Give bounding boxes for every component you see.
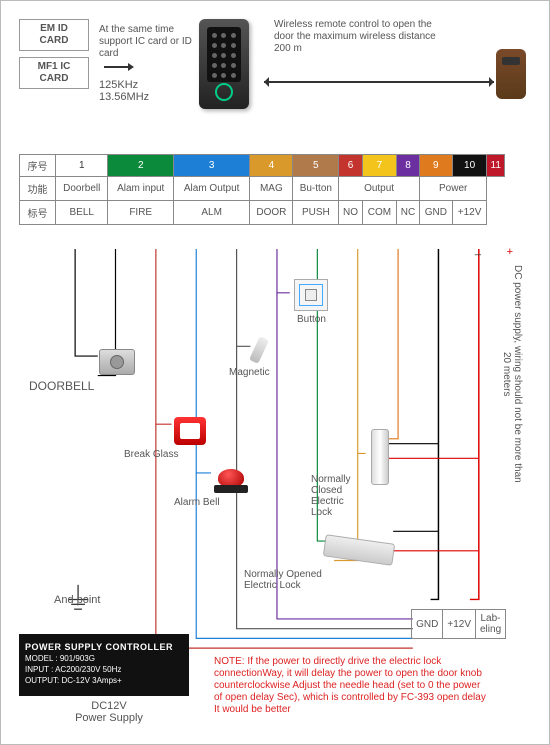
row-function: 功能 Doorbell Alam input Alam Output MAG B… (20, 177, 505, 201)
func-output: Output (339, 177, 420, 201)
psu-title: POWER SUPPLY CONTROLLER (25, 642, 183, 652)
psu-input: INPUT : AC200/230V 50Hz (25, 665, 183, 674)
ground-point-label: And point (54, 594, 100, 606)
magnetic-label: Magnetic (229, 367, 270, 378)
top-section: EM ID CARD MF1 IC CARD At the same time … (19, 19, 531, 139)
func-doorbell: Doorbell (56, 177, 108, 201)
wiring-diagram: DOORBELL Break Glass Alarm Bell Magnetic… (19, 249, 531, 726)
alarm-bell-icon (214, 469, 248, 493)
power-supply-box: POWER SUPPLY CONTROLLER MODEL : 901/903G… (19, 634, 189, 696)
plus-sign: + (507, 246, 513, 258)
frequency-labels: 125KHz 13.56MHz (99, 79, 149, 103)
term-7: 7 (362, 155, 396, 177)
lab-gnd: GND (412, 610, 443, 639)
wireless-range-arrow-icon (264, 81, 494, 83)
no-lock-icon (323, 534, 395, 566)
term-5: 5 (293, 155, 339, 177)
doorbell-label: DOORBELL (29, 379, 94, 393)
nc-lock-label: Normally Closed Electric Lock (311, 474, 350, 518)
magnetic-icon (249, 336, 269, 364)
term-8: 8 (397, 155, 420, 177)
func-mag: MAG (250, 177, 293, 201)
term-6: 6 (339, 155, 362, 177)
term-10: 10 (452, 155, 487, 177)
lbl-push: PUSH (293, 201, 339, 225)
arrow-right-icon (104, 63, 134, 71)
func-power: Power (419, 177, 487, 201)
exit-button-label: Button (297, 314, 326, 325)
freq-125: 125KHz (99, 79, 149, 91)
doorbell-icon (99, 349, 135, 375)
terminal-table: 序号 1 2 3 4 5 6 7 8 9 10 11 功能 Doorbell A… (19, 154, 505, 225)
lab-labeling: Lab-eling (476, 610, 506, 639)
no-lock-label: Normally Opened Electric Lock (244, 569, 322, 591)
term-9: 9 (419, 155, 452, 177)
lbl-gnd: GND (419, 201, 452, 225)
term-3: 3 (173, 155, 249, 177)
row-label-num: 序号 (20, 155, 56, 177)
note-text: NOTE: If the power to directly drive the… (214, 656, 489, 716)
labeling-table: GND +12V Lab-eling (411, 609, 506, 639)
break-glass-icon (174, 417, 206, 445)
term-1: 1 (56, 155, 108, 177)
exit-button-icon (294, 279, 328, 311)
lbl-fire: FIRE (108, 201, 174, 225)
wireless-desc: Wireless remote control to open the door… (274, 19, 444, 55)
freq-1356: 13.56MHz (99, 91, 149, 103)
term-2: 2 (108, 155, 174, 177)
dc-wiring-note: DC power supply, wiring should not be mo… (511, 264, 523, 484)
psu-model: MODEL : 901/903G (25, 654, 183, 663)
func-alarm-in: Alam input (108, 177, 174, 201)
em-card-badge: EM ID CARD (19, 19, 89, 51)
term-4: 4 (250, 155, 293, 177)
lbl-alm: ALM (173, 201, 249, 225)
row-label-func: 功能 (20, 177, 56, 201)
remote-control-icon (496, 49, 526, 99)
lbl-no: NO (339, 201, 362, 225)
row-label: 标号 BELL FIRE ALM DOOR PUSH NO COM NC GND… (20, 201, 505, 225)
func-button: Bu-tton (293, 177, 339, 201)
psu-output: OUTPUT: DC-12V 3Amps+ (25, 676, 183, 685)
lbl-12v: +12V (452, 201, 487, 225)
func-alarm-out: Alam Output (173, 177, 249, 201)
row-label-lbl: 标号 (20, 201, 56, 225)
lbl-door: DOOR (250, 201, 293, 225)
card-support-desc: At the same time support IC card or ID c… (99, 24, 194, 60)
keypad-device-icon (199, 19, 249, 109)
row-number: 序号 1 2 3 4 5 6 7 8 9 10 11 (20, 155, 505, 177)
minus-sign: _ (475, 244, 481, 256)
card-badges: EM ID CARD MF1 IC CARD (19, 19, 89, 95)
nc-lock-icon (371, 429, 389, 485)
term-11: 11 (487, 155, 505, 177)
lbl-bell: BELL (56, 201, 108, 225)
lbl-nc: NC (397, 201, 420, 225)
lab-12v: +12V (443, 610, 476, 639)
alarm-bell-label: Alarm Bell (174, 497, 220, 508)
psu-label: DC12V Power Supply (59, 700, 159, 724)
mf-card-badge: MF1 IC CARD (19, 57, 89, 89)
lbl-com: COM (362, 201, 396, 225)
break-glass-label: Break Glass (124, 449, 178, 460)
